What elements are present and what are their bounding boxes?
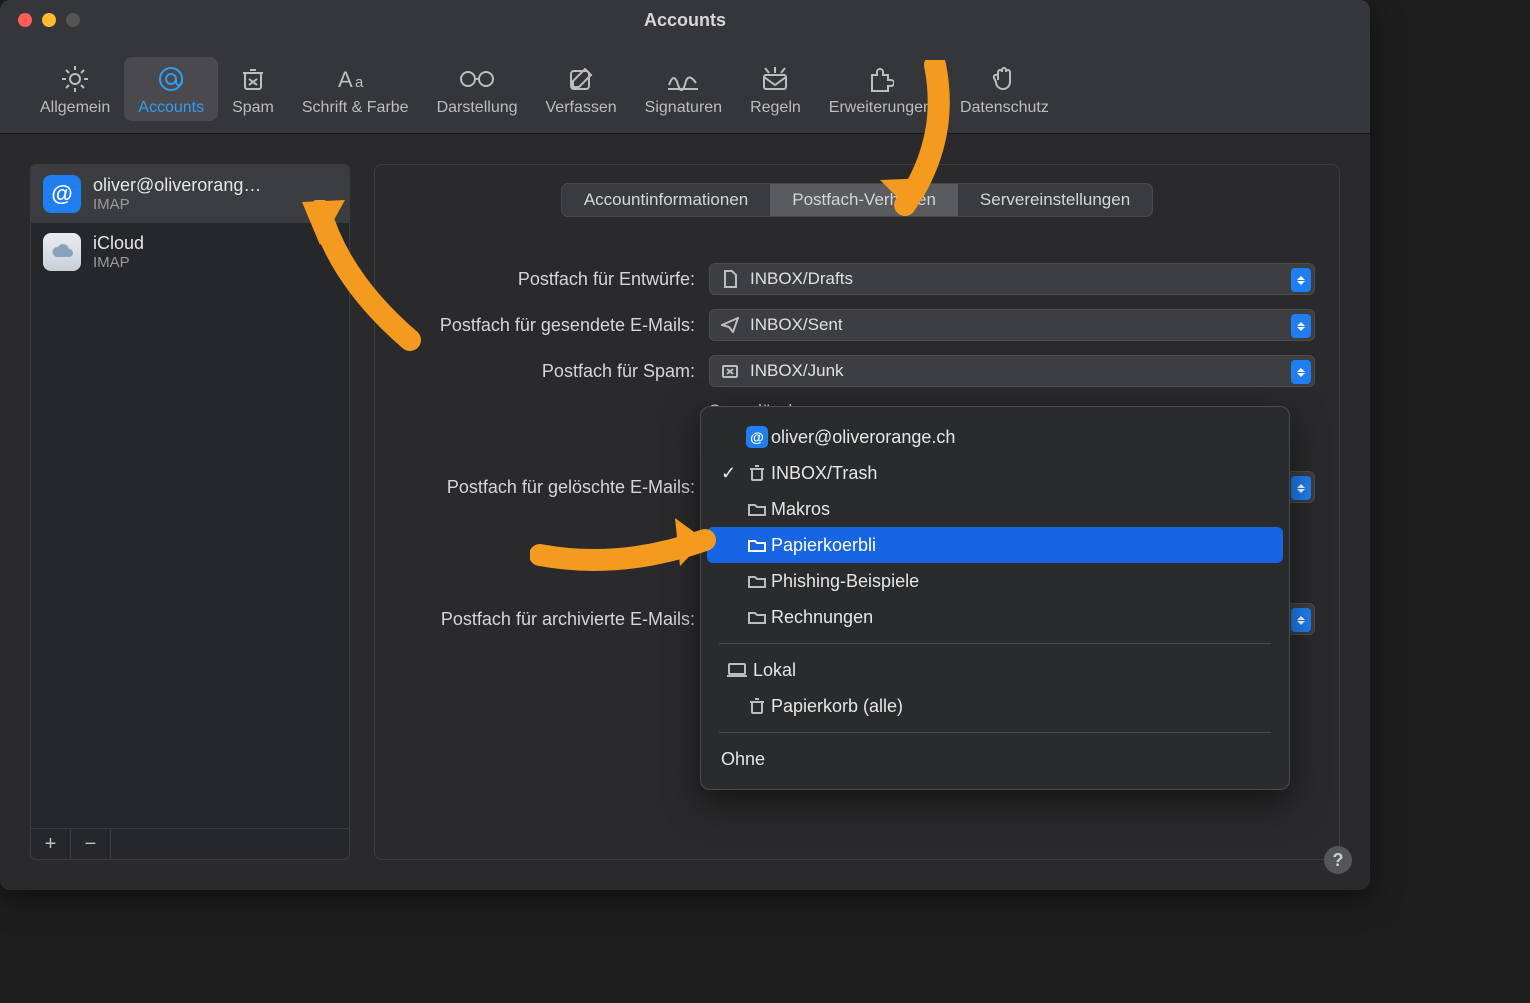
gear-icon <box>61 63 89 95</box>
account-type: IMAP <box>93 196 261 213</box>
tab-label: Accounts <box>138 99 204 117</box>
cloud-icon <box>43 233 81 271</box>
chevron-icon <box>1291 476 1311 500</box>
chevron-icon <box>1291 314 1311 338</box>
tab-signatures[interactable]: Signaturen <box>631 57 736 121</box>
popup-local-label: Lokal <box>753 660 796 681</box>
trash-mailbox-label: Postfach für gelöschte E-Mails: <box>399 477 709 498</box>
account-name: iCloud <box>93 233 144 254</box>
zoom-window-button[interactable] <box>66 13 80 27</box>
drafts-mailbox-picker[interactable]: INBOX/Drafts <box>709 263 1315 295</box>
popup-item-rechnungen[interactable]: Rechnungen <box>707 599 1283 635</box>
svg-text:a: a <box>355 74 364 91</box>
tab-label: Darstellung <box>437 99 518 117</box>
annotation-arrow-icon <box>300 200 440 360</box>
popup-item-local-trash[interactable]: Papierkorb (alle) <box>707 688 1283 724</box>
tab-rules[interactable]: Regeln <box>736 57 815 121</box>
tab-label: Allgemein <box>40 99 110 117</box>
trash-icon <box>743 464 771 482</box>
account-name: oliver@oliverorang… <box>93 175 261 196</box>
remove-account-button[interactable]: − <box>71 829 111 859</box>
popup-item-label: INBOX/Trash <box>771 463 877 484</box>
tab-label: Signaturen <box>645 99 722 117</box>
trash-icon <box>239 63 267 95</box>
font-icon: Aa <box>338 63 372 95</box>
close-window-button[interactable] <box>18 13 32 27</box>
tab-label: Schrift & Farbe <box>302 99 409 117</box>
chevron-icon <box>1291 608 1311 632</box>
tab-server-settings[interactable]: Servereinstellungen <box>958 184 1152 216</box>
tab-accounts[interactable]: Accounts <box>124 57 218 121</box>
folder-icon <box>743 610 771 624</box>
folder-icon <box>743 502 771 516</box>
popup-item-label: Ohne <box>721 749 765 770</box>
junk-icon <box>720 363 740 379</box>
popup-account-name: oliver@oliverorange.ch <box>771 427 955 448</box>
at-icon: @ <box>43 175 81 213</box>
sent-mailbox-label: Postfach für gesendete E-Mails: <box>399 315 709 336</box>
annotation-arrow-icon <box>530 500 730 580</box>
popup-account-header: @ oliver@oliverorange.ch <box>707 419 1283 455</box>
picker-value: INBOX/Drafts <box>750 269 853 289</box>
titlebar: Accounts <box>0 0 1370 40</box>
tab-label: Verfassen <box>546 99 617 117</box>
accounts-footer: + − <box>31 828 349 859</box>
junk-mailbox-picker[interactable]: INBOX/Junk <box>709 355 1315 387</box>
picker-value: INBOX/Junk <box>750 361 844 381</box>
paperplane-icon <box>720 317 740 333</box>
tab-fonts[interactable]: Aa Schrift & Farbe <box>288 57 423 121</box>
account-type: IMAP <box>93 254 144 271</box>
check-icon: ✓ <box>721 463 743 484</box>
popup-item-label: Rechnungen <box>771 607 873 628</box>
tab-junk[interactable]: Spam <box>218 57 288 121</box>
svg-text:A: A <box>338 67 353 92</box>
laptop-icon <box>721 662 753 678</box>
popup-item-label: Papierkorb (alle) <box>771 696 903 717</box>
tab-general[interactable]: Allgemein <box>26 57 124 121</box>
popup-item-label: Papierkoerbli <box>771 535 876 556</box>
panel-tabs: Accountinformationen Postfach-Verhalten … <box>399 183 1315 217</box>
window-title: Accounts <box>0 10 1370 31</box>
signature-icon <box>666 63 700 95</box>
popup-item-inbox-trash[interactable]: ✓ INBOX/Trash <box>707 455 1283 491</box>
archive-mailbox-label: Postfach für archivierte E-Mails: <box>399 609 709 630</box>
chevron-icon <box>1291 268 1311 292</box>
junk-mailbox-label: Postfach für Spam: <box>399 361 709 382</box>
document-icon <box>720 270 740 288</box>
popup-item-papierkoerbli[interactable]: Papierkoerbli <box>707 527 1283 563</box>
add-account-button[interactable]: + <box>31 829 71 859</box>
popup-item-none[interactable]: Ohne <box>707 741 1283 777</box>
chevron-icon <box>1291 360 1311 384</box>
glasses-icon <box>459 63 495 95</box>
at-icon: @ <box>746 426 768 448</box>
preferences-window: Accounts Allgemein Accounts Spam Aa Schr… <box>0 0 1370 890</box>
trash-icon <box>743 697 771 715</box>
hand-icon <box>991 63 1017 95</box>
at-icon <box>156 63 186 95</box>
tab-label: Regeln <box>750 99 801 117</box>
tab-composing[interactable]: Verfassen <box>532 57 631 121</box>
tab-viewing[interactable]: Darstellung <box>423 57 532 121</box>
popup-item-label: Phishing-Beispiele <box>771 571 919 592</box>
sent-mailbox-picker[interactable]: INBOX/Sent <box>709 309 1315 341</box>
folder-icon <box>743 574 771 588</box>
compose-icon <box>567 63 595 95</box>
rules-icon <box>760 63 790 95</box>
traffic-lights <box>0 13 80 27</box>
minimize-window-button[interactable] <box>42 13 56 27</box>
tab-label: Datenschutz <box>960 99 1049 117</box>
annotation-arrow-icon <box>870 60 970 230</box>
folder-icon <box>743 538 771 552</box>
preferences-toolbar: Allgemein Accounts Spam Aa Schrift & Far… <box>0 40 1370 134</box>
mailbox-popup-menu: @ oliver@oliverorange.ch ✓ INBOX/Trash M… <box>700 406 1290 790</box>
drafts-mailbox-label: Postfach für Entwürfe: <box>399 269 709 290</box>
popup-item-makros[interactable]: Makros <box>707 491 1283 527</box>
popup-item-label: Makros <box>771 499 830 520</box>
tab-account-info[interactable]: Accountinformationen <box>562 184 770 216</box>
picker-value: INBOX/Sent <box>750 315 843 335</box>
popup-item-phishing[interactable]: Phishing-Beispiele <box>707 563 1283 599</box>
tab-label: Spam <box>232 99 274 117</box>
help-button[interactable]: ? <box>1324 846 1352 874</box>
popup-local-header: Lokal <box>707 652 1283 688</box>
